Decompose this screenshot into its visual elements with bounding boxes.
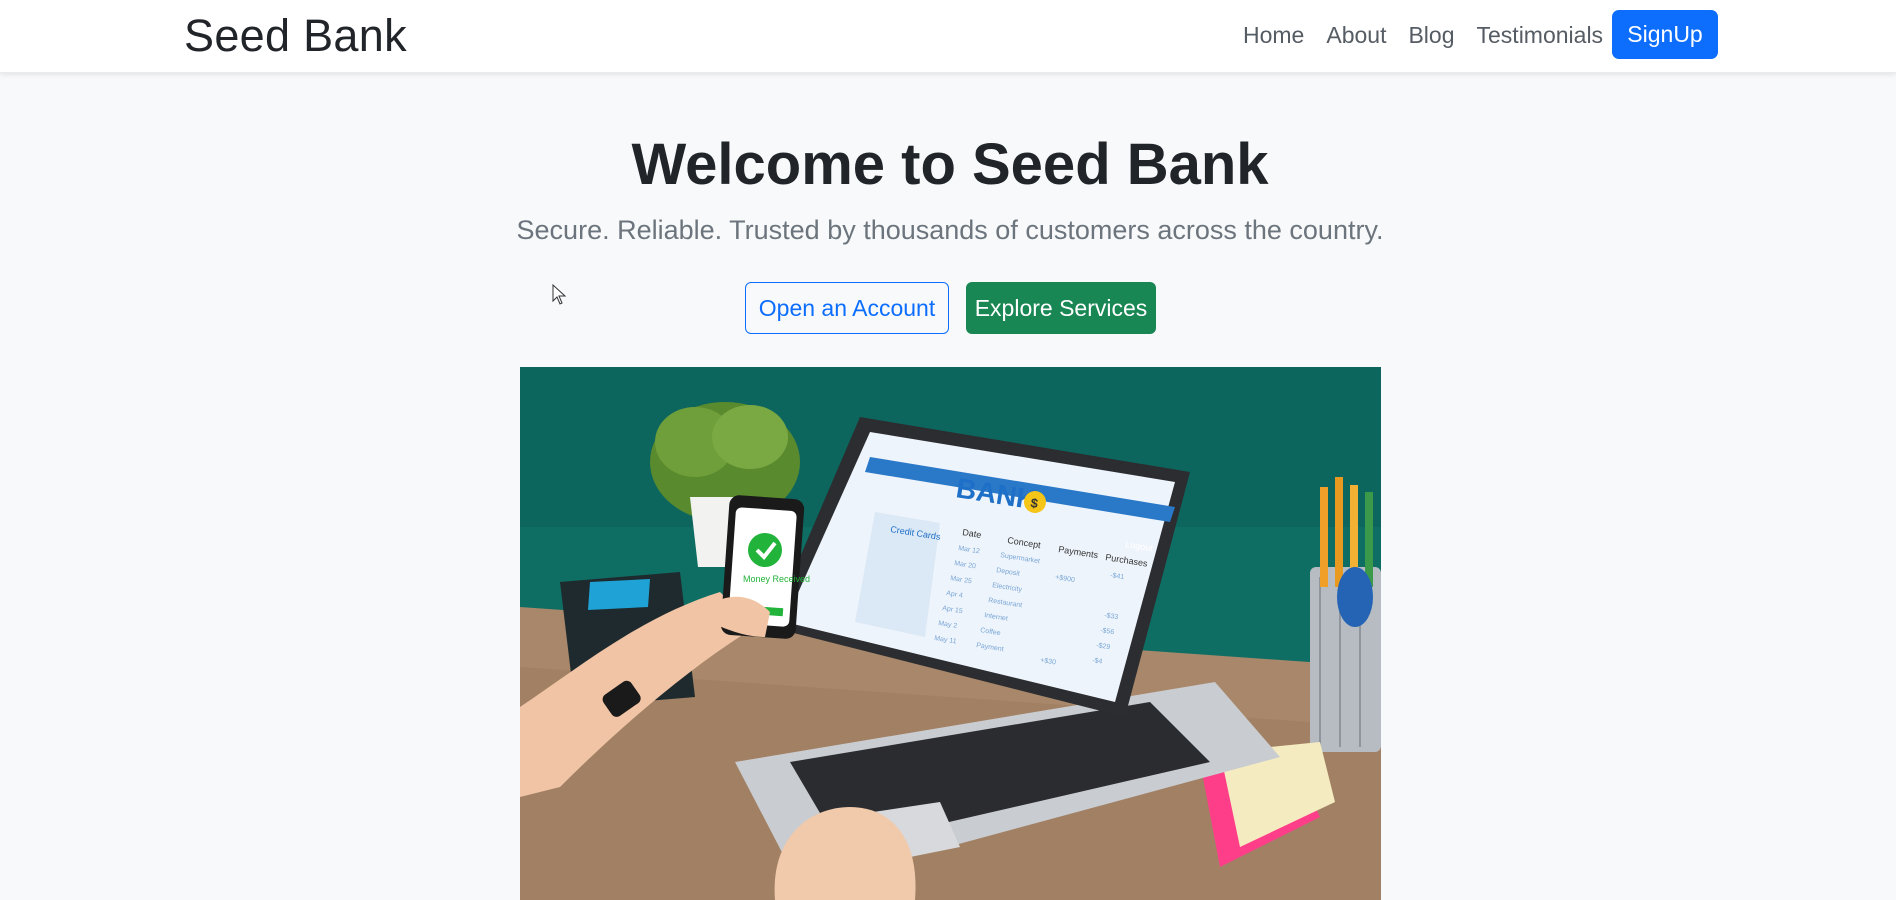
hero-image: BANK $ Credit Cards Date Concept Payment… <box>520 367 1381 900</box>
brand-logo[interactable]: Seed Bank <box>184 10 407 62</box>
hero-photo-illustration: BANK $ Credit Cards Date Concept Payment… <box>520 367 1381 900</box>
nav-link-blog[interactable]: Blog <box>1397 20 1465 50</box>
nav-link-testimonials[interactable]: Testimonials <box>1466 20 1615 50</box>
hero-subtitle: Secure. Reliable. Trusted by thousands o… <box>516 215 1384 245</box>
nav-link-home[interactable]: Home <box>1232 20 1315 50</box>
nav-links: Home About Blog Testimonials <box>1232 20 1614 50</box>
nav-link-about[interactable]: About <box>1315 20 1397 50</box>
mouse-cursor-icon <box>552 284 567 305</box>
check-circle-icon <box>748 533 782 567</box>
phone-money-received: Money Received <box>743 574 810 584</box>
open-account-button[interactable]: Open an Account <box>745 282 949 334</box>
top-navbar: Seed Bank Home About Blog Testimonials S… <box>0 0 1896 73</box>
explore-services-button[interactable]: Explore Services <box>966 282 1156 334</box>
signup-button[interactable]: SignUp <box>1612 10 1718 59</box>
hero-title: Welcome to Seed Bank <box>631 132 1269 197</box>
